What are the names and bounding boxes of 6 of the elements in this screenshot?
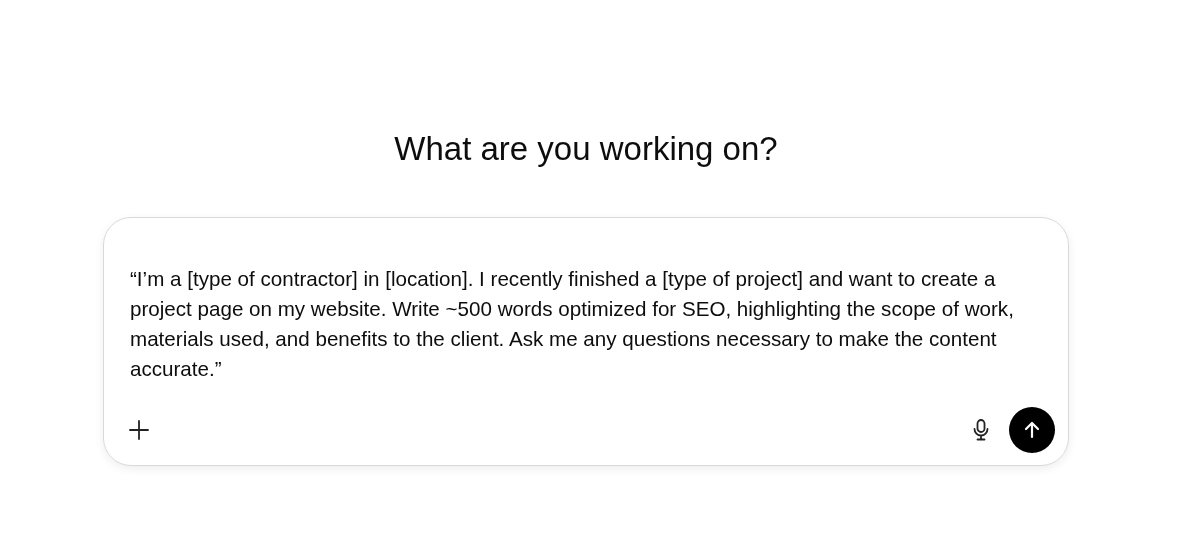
plus-icon: [128, 419, 150, 441]
message-field[interactable]: “I’m a [type of contractor] in [location]. I recently finished a [type of project] and want to create a project page on my website. Write ~500 words optimized for SEO, highlighting the scope of work, materials used, and benefits to the client. Ask me any questions necessary to make the content accurate.”: [130, 264, 1035, 384]
page-heading: What are you working on?: [394, 129, 778, 169]
send-button[interactable]: [1009, 407, 1055, 453]
arrow-up-icon: [1022, 420, 1042, 440]
microphone-icon: [972, 418, 990, 442]
